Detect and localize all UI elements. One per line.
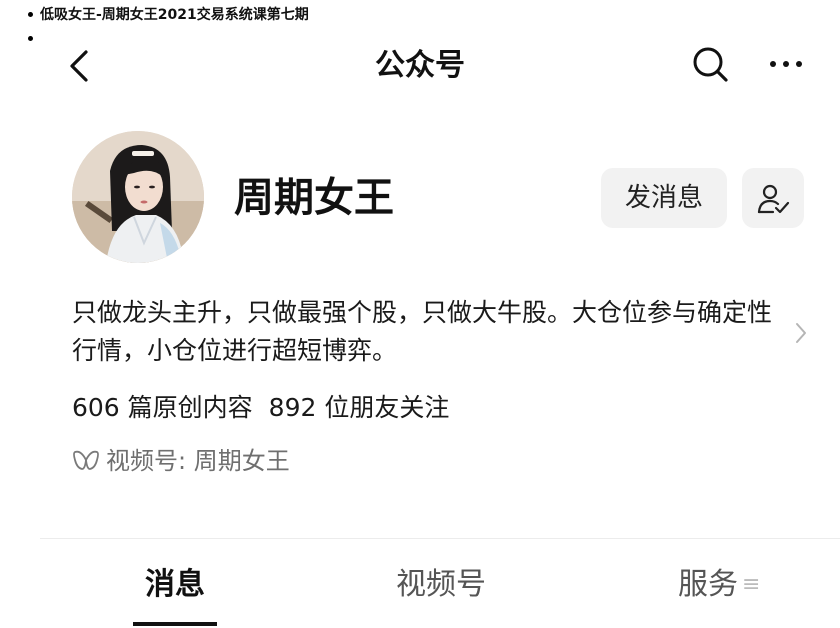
search-icon[interactable]	[690, 44, 730, 84]
navigation-bar: 公众号	[0, 36, 840, 96]
tab-video-channel[interactable]: 视频号	[396, 562, 486, 608]
butterfly-icon	[73, 450, 99, 470]
chevron-right-icon[interactable]	[792, 320, 810, 346]
more-horizontal-icon[interactable]	[766, 44, 806, 84]
avatar-illustration	[72, 131, 204, 263]
video-channel-link[interactable]: 视频号: 周期女王	[72, 442, 290, 480]
tab-label: 消息	[145, 567, 205, 602]
user-check-icon	[757, 184, 790, 214]
tab-messages[interactable]: 消息	[145, 562, 205, 608]
account-name: 周期女王	[234, 175, 394, 221]
tab-label: 视频号	[396, 567, 486, 602]
tab-label: 服务	[678, 567, 738, 602]
divider	[40, 538, 840, 539]
send-message-button[interactable]: 发消息	[601, 168, 727, 228]
account-stats: 606 篇原创内容 892 位朋友关注	[72, 390, 449, 426]
active-tab-indicator	[133, 622, 217, 626]
article-count: 606 篇原创内容	[72, 393, 253, 422]
video-channel-label: 视频号: 周期女王	[106, 447, 290, 475]
follower-count: 892 位朋友关注	[268, 393, 450, 422]
account-description: 只做龙头主升，只做最强个股，只做大牛股。大仓位参与确定性行情，小仓位进行超短博弈…	[72, 298, 773, 365]
bullet-dot	[28, 12, 33, 17]
bullet-text: 低吸女王-周期女王2021交易系统课第七期	[40, 7, 309, 23]
avatar[interactable]	[72, 131, 204, 263]
tab-services[interactable]: 服务 ≡	[678, 562, 760, 611]
follow-button[interactable]	[742, 168, 804, 228]
menu-icon: ≡	[742, 572, 761, 597]
